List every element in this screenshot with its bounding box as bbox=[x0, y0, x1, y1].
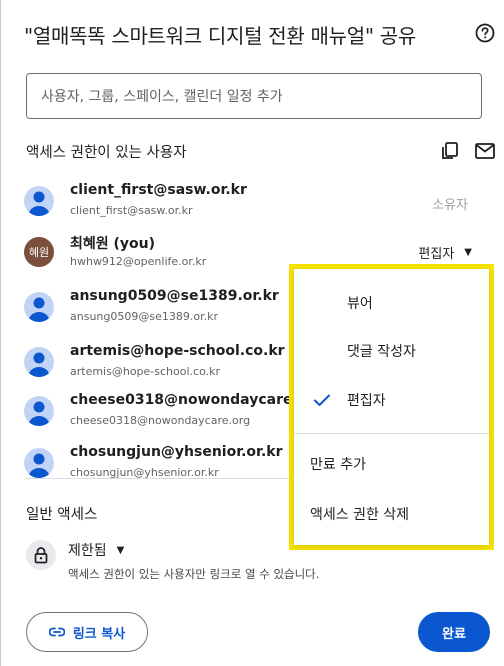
people-section-title: 액세스 권한이 있는 사용자 bbox=[26, 145, 187, 161]
help-icon[interactable] bbox=[474, 22, 496, 44]
menu-item-editor[interactable]: 편집자 bbox=[294, 376, 489, 424]
lock-icon bbox=[26, 540, 56, 570]
user-email: hwhw912@openlife.or.kr bbox=[70, 255, 207, 268]
person-icon bbox=[24, 448, 54, 478]
user-email: artemis@hope-school.co.kr bbox=[70, 365, 221, 378]
caret-down-icon: ▼ bbox=[116, 544, 125, 556]
dialog-title: "열매똑똑 스마트워크 디지털 전환 매뉴얼" 공유 bbox=[24, 24, 416, 48]
general-access-title: 일반 액세스 bbox=[26, 507, 98, 523]
caret-down-icon: ▼ bbox=[464, 247, 472, 258]
menu-item-remove-access[interactable]: 액세스 권한 삭제 bbox=[294, 490, 489, 538]
general-access-mode: 제한됨 bbox=[68, 543, 107, 559]
user-name: ansung0509@se1389.or.kr bbox=[70, 288, 279, 304]
role-dropdown-label: 편집자 bbox=[418, 247, 455, 262]
menu-item-add-expiration[interactable]: 만료 추가 bbox=[294, 440, 489, 488]
email-people-icon[interactable] bbox=[474, 141, 496, 161]
role-menu-highlight: 뷰어 댓글 작성자 편집자 만료 추가 액세스 권한 삭제 bbox=[289, 264, 494, 550]
user-email: client_first@sasw.or.kr bbox=[70, 204, 193, 217]
copy-link-button[interactable]: 링크 복사 bbox=[26, 612, 148, 652]
user-email: chosungjun@yhsenior.or.kr bbox=[70, 466, 219, 478]
user-name: artemis@hope-school.co.kr bbox=[70, 343, 285, 359]
done-button[interactable]: 완료 bbox=[418, 612, 490, 652]
menu-divider bbox=[294, 433, 489, 434]
owner-role-label: 소유자 bbox=[432, 198, 468, 213]
user-name: client_first@sasw.or.kr bbox=[70, 182, 247, 198]
avatar: 혜원 bbox=[24, 237, 54, 267]
person-icon bbox=[24, 186, 54, 216]
share-dialog: "열매똑똑 스마트워크 디지털 전환 매뉴얼" 공유 사용자, 그룹, 스페이스… bbox=[0, 0, 504, 666]
user-name: 최혜원 (you) bbox=[70, 236, 156, 252]
user-name: cheese0318@nowondaycare.org bbox=[70, 392, 325, 408]
person-icon bbox=[24, 396, 54, 426]
add-people-input[interactable]: 사용자, 그룹, 스페이스, 캘린더 일정 추가 bbox=[26, 73, 482, 119]
role-menu: 뷰어 댓글 작성자 편집자 만료 추가 액세스 권한 삭제 bbox=[294, 269, 489, 545]
user-email: ansung0509@se1389.or.kr bbox=[70, 310, 218, 323]
general-access-description: 액세스 권한이 있는 사용자만 링크로 열 수 있습니다. bbox=[68, 567, 320, 581]
copy-link-label: 링크 복사 bbox=[72, 626, 126, 642]
menu-item-viewer[interactable]: 뷰어 bbox=[294, 279, 489, 327]
role-dropdown[interactable]: 편집자 ▼ bbox=[418, 243, 472, 262]
link-icon bbox=[48, 627, 65, 637]
checkmark-icon bbox=[312, 390, 332, 410]
menu-item-editor-label: 편집자 bbox=[347, 393, 386, 409]
general-access-dropdown[interactable]: 제한됨 ▼ bbox=[68, 540, 124, 560]
menu-item-commenter[interactable]: 댓글 작성자 bbox=[294, 327, 489, 375]
user-row[interactable]: client_first@sasw.or.kr client_first@sas… bbox=[24, 182, 480, 226]
copy-emails-icon[interactable] bbox=[440, 141, 460, 161]
person-icon bbox=[24, 347, 54, 377]
add-people-placeholder: 사용자, 그룹, 스페이스, 캘린더 일정 추가 bbox=[41, 89, 283, 105]
user-name: chosungjun@yhsenior.or.kr bbox=[70, 444, 283, 460]
person-icon bbox=[24, 292, 54, 322]
user-email: cheese0318@nowondaycare.org bbox=[70, 414, 251, 427]
